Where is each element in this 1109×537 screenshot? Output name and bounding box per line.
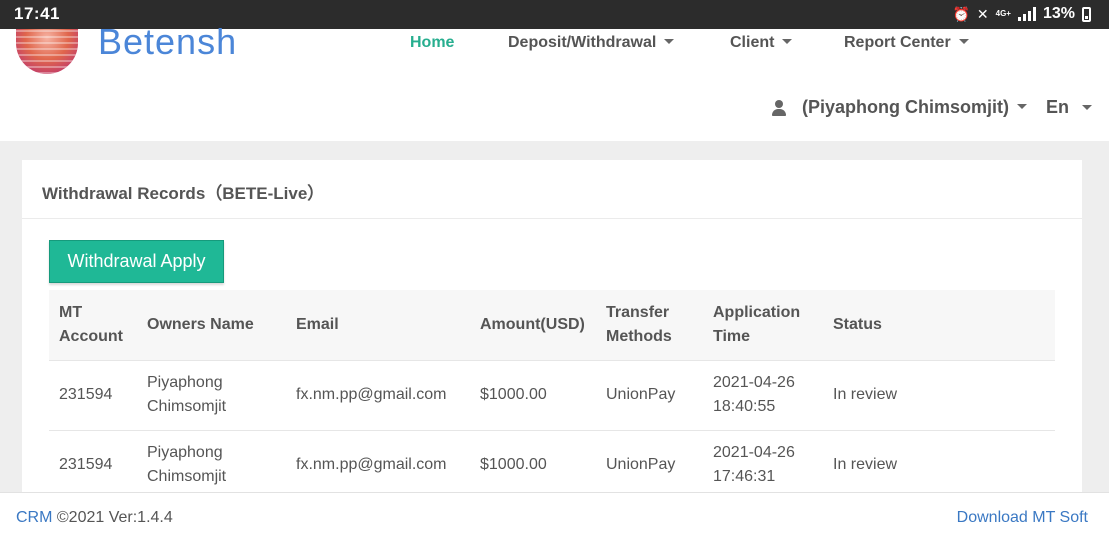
nav-client[interactable]: Client xyxy=(730,34,793,52)
col-application-time: Application Time xyxy=(713,303,801,345)
download-mt-soft-link[interactable]: Download MT Soft xyxy=(957,509,1088,527)
table-row: 231594 Piyaphong Chimsomjit fx.nm.pp@gmai… xyxy=(49,430,1055,500)
cell-method: UnionPay xyxy=(606,386,676,403)
crm-label: CRM xyxy=(16,509,53,526)
cell-amount: $1000.00 xyxy=(480,456,547,474)
cell-method: UnionPay xyxy=(606,456,676,474)
version-text: ©2021 Ver:1.4.4 xyxy=(52,509,173,526)
withdrawal-apply-button[interactable]: Withdrawal Apply xyxy=(49,240,224,283)
battery-level: 13% xyxy=(1042,5,1075,22)
user-name: (Piyaphong Chimsomjit) xyxy=(802,97,1009,117)
site-footer: CRM ©2021 Ver:1.4.4 Download MT Soft xyxy=(0,492,1109,537)
col-owners-name: Owners Name xyxy=(147,315,254,333)
chevron-down-icon xyxy=(958,39,969,45)
chevron-down-icon xyxy=(1017,104,1027,109)
table-row: 231594 Piyaphong Chimsomjit fx.nm.pp@gmai… xyxy=(49,360,1055,430)
cell-status: In review xyxy=(833,386,898,403)
nav-deposit-withdrawal[interactable]: Deposit/Withdrawal xyxy=(508,34,675,52)
cell-time: 2021-04-26 18:40:55 xyxy=(713,374,795,415)
chevron-down-icon xyxy=(782,39,793,45)
withdrawal-table: MT Account Owners Name Email Amount(USD) … xyxy=(49,290,1055,500)
user-menu[interactable]: (Piyaphong Chimsomjit) xyxy=(772,97,1027,118)
network-type: 4G+ xyxy=(995,9,1011,18)
panel-title: Withdrawal Records（BETE-Live） xyxy=(42,184,325,203)
status-icons: ⏰ ✕ 4G+ 13% xyxy=(952,4,1091,24)
footer-version: CRM ©2021 Ver:1.4.4 xyxy=(16,509,173,527)
cell-account: 231594 xyxy=(59,456,113,474)
alarm-icon: ⏰ xyxy=(952,6,970,22)
withdrawal-records-panel: Withdrawal Records（BETE-Live） Withdrawal… xyxy=(22,160,1082,500)
nav-label: Deposit/Withdrawal xyxy=(508,34,657,51)
nav-report-center[interactable]: Report Center xyxy=(844,34,969,52)
mute-icon: ✕ xyxy=(976,6,989,22)
site-header: Betensh Home Deposit/Withdrawal Client R… xyxy=(0,21,1109,141)
nav-label: Report Center xyxy=(844,34,951,51)
user-icon xyxy=(772,99,786,116)
cell-status: In review xyxy=(833,456,898,474)
col-status: Status xyxy=(833,315,882,333)
logo-icon xyxy=(16,29,78,74)
table-header-row: MT Account Owners Name Email Amount(USD) … xyxy=(49,290,1055,360)
cell-email: fx.nm.pp@gmail.com xyxy=(296,386,447,403)
cell-time: 2021-04-26 17:46:31 xyxy=(713,444,795,486)
language-selector[interactable]: En xyxy=(1046,97,1093,118)
cell-owner: Piyaphong Chimsomjit xyxy=(147,444,227,486)
col-email: Email xyxy=(296,315,339,333)
chevron-down-icon xyxy=(664,39,675,45)
cell-owner: Piyaphong Chimsomjit xyxy=(147,374,227,415)
cell-account: 231594 xyxy=(59,386,113,403)
logo-text[interactable]: Betensh xyxy=(98,21,237,63)
signal-icon xyxy=(1017,7,1036,21)
col-mt-account: MT Account xyxy=(59,303,123,345)
language-label: En xyxy=(1046,97,1070,117)
battery-icon xyxy=(1082,6,1091,22)
chevron-down-icon xyxy=(1082,104,1093,110)
col-transfer-methods: Transfer Methods xyxy=(606,303,672,345)
nav-label: Client xyxy=(730,34,775,51)
divider xyxy=(22,218,1082,219)
col-amount: Amount(USD) xyxy=(480,315,585,333)
nav-home[interactable]: Home xyxy=(410,34,454,52)
status-time: 17:41 xyxy=(14,4,60,23)
cell-email: fx.nm.pp@gmail.com xyxy=(296,456,447,474)
cell-amount: $1000.00 xyxy=(480,386,547,403)
